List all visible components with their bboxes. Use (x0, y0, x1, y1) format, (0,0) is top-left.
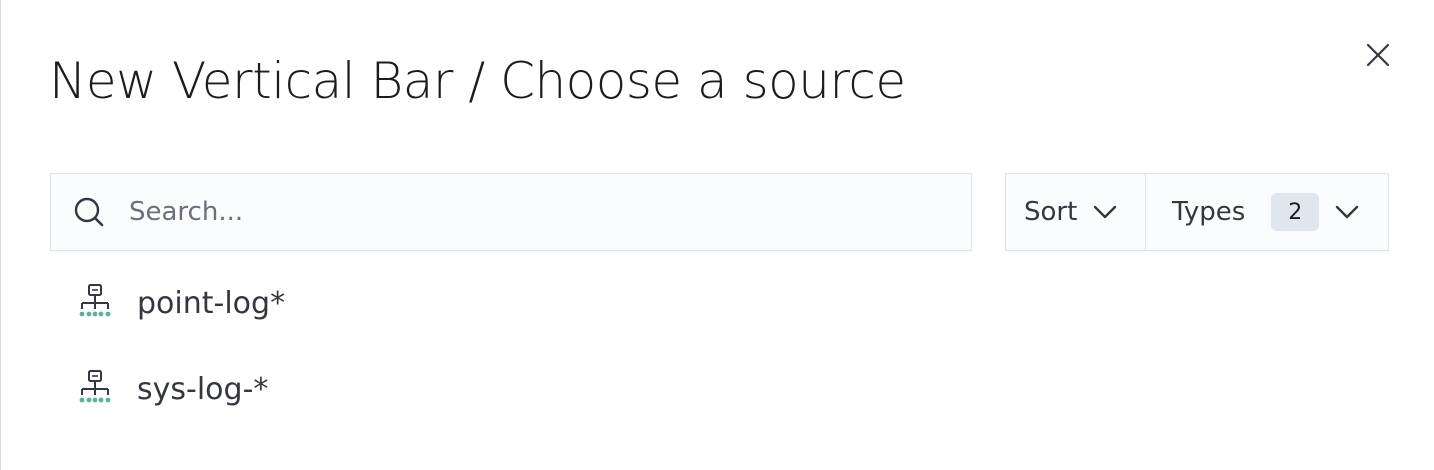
index-pattern-icon (79, 284, 111, 317)
page-title: New Vertical Bar / Choose a source (49, 52, 906, 110)
types-count-badge: 2 (1271, 193, 1320, 231)
types-label: Types (1172, 197, 1246, 227)
search-icon (74, 197, 104, 227)
choose-source-flyout: New Vertical Bar / Choose a source Sort … (0, 0, 1434, 470)
types-filter-button[interactable]: Types 2 (1146, 174, 1388, 250)
close-icon (1366, 43, 1390, 67)
chevron-down-icon (1336, 205, 1359, 219)
index-pattern-icon (79, 370, 111, 403)
list-item[interactable]: point-log* (77, 273, 285, 333)
filter-group: Sort Types 2 (1005, 173, 1389, 251)
list-item[interactable]: sys-log-* (77, 359, 268, 419)
search-field[interactable] (50, 173, 972, 251)
source-label: point-log* (137, 285, 286, 321)
close-button[interactable] (1363, 40, 1393, 70)
sort-label: Sort (1024, 197, 1078, 227)
search-input[interactable] (129, 174, 949, 250)
source-label: sys-log-* (137, 371, 269, 407)
chevron-down-icon (1094, 205, 1117, 219)
sort-button[interactable]: Sort (1006, 174, 1146, 250)
